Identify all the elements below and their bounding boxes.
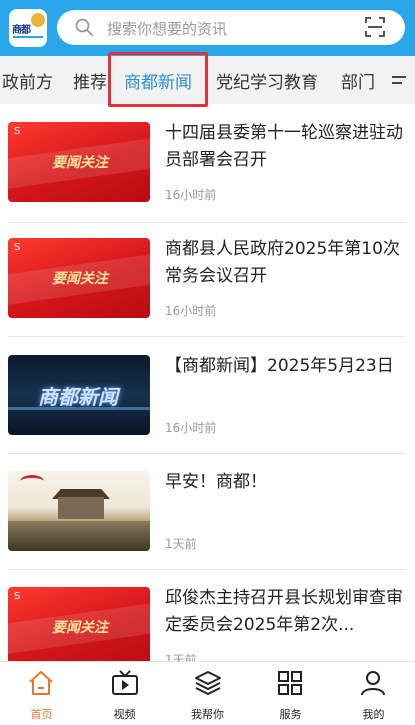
nav-help-label: 我帮你 xyxy=(191,708,224,721)
user-icon xyxy=(361,671,385,696)
nav-service-label: 服务 xyxy=(279,708,302,721)
tab-party-education[interactable]: 党纪学习教育 xyxy=(216,68,318,93)
tab-bumen[interactable]: 部门 xyxy=(341,68,375,93)
grid-icon xyxy=(278,671,302,695)
search-placeholder: 搜索你想要的资讯 xyxy=(107,20,228,38)
nav-profile-label: 我的 xyxy=(362,708,385,721)
news-title: 邱俊杰主持召开县长规划审查审定委员会2025年第2次... xyxy=(165,588,403,635)
news-item[interactable]: 商都新闻 【商都新闻】2025年5月23日 16小时前 xyxy=(8,355,405,455)
layers-icon xyxy=(195,671,221,695)
nav-home-label: 首页 xyxy=(30,708,53,721)
news-time: 16小时前 xyxy=(165,421,217,435)
news-time: 16小时前 xyxy=(165,304,217,318)
bottom-navigation: 首页 视频 我帮你 服务 我的 xyxy=(0,661,415,725)
tab-tuijian[interactable]: 推荐 xyxy=(73,68,107,93)
news-title: 早安！商都！ xyxy=(165,472,267,492)
news-thumbnail: S 要闻关注 xyxy=(8,122,150,202)
news-thumbnail xyxy=(8,471,150,551)
top-bar: 商都 搜索你想要的资讯 xyxy=(0,0,415,56)
video-icon xyxy=(112,670,138,695)
news-item[interactable]: S 要闻关注 十四届县委第十一轮巡察进驻动员部署会召开 16小时前 xyxy=(8,122,405,222)
news-thumbnail: S 要闻关注 xyxy=(8,238,150,318)
divider xyxy=(8,569,405,570)
nav-service[interactable]: 服务 xyxy=(249,662,332,725)
scan-icon[interactable] xyxy=(365,17,385,37)
news-thumbnail: S 要闻关注 xyxy=(8,587,150,667)
brand-mark-icon: S xyxy=(14,126,21,137)
divider xyxy=(8,336,405,337)
active-tab-highlight xyxy=(108,52,208,107)
brand-mark-icon: S xyxy=(14,591,21,602)
news-item[interactable]: 早安！商都！ 1天前 xyxy=(8,471,405,571)
news-time: 1天前 xyxy=(165,537,197,551)
nav-profile[interactable]: 我的 xyxy=(332,662,415,725)
search-bar[interactable]: 搜索你想要的资讯 xyxy=(57,10,405,45)
home-icon xyxy=(29,671,53,695)
nav-home[interactable]: 首页 xyxy=(0,662,83,725)
divider xyxy=(8,222,405,223)
nav-video[interactable]: 视频 xyxy=(83,662,166,725)
logo-text: 商都 xyxy=(12,25,31,36)
divider xyxy=(8,453,405,454)
brand-mark-icon: S xyxy=(14,242,21,253)
menu-icon xyxy=(392,76,406,84)
news-time: 16小时前 xyxy=(165,188,217,202)
app-logo[interactable]: 商都 xyxy=(9,9,47,47)
news-title: 【商都新闻】2025年5月23日 xyxy=(165,356,394,376)
news-title: 商都县人民政府2025年第10次常务会议召开 xyxy=(165,239,400,286)
nav-help[interactable]: 我帮你 xyxy=(166,662,249,725)
tab-menu-button[interactable] xyxy=(383,56,415,104)
news-thumbnail: 商都新闻 xyxy=(8,355,150,435)
tab-zhengqianfang[interactable]: 政前方 xyxy=(2,68,53,93)
news-item[interactable]: S 要闻关注 商都县人民政府2025年第10次常务会议召开 16小时前 xyxy=(8,238,405,338)
search-icon xyxy=(75,18,93,36)
news-title: 十四届县委第十一轮巡察进驻动员部署会召开 xyxy=(165,123,403,170)
nav-video-label: 视频 xyxy=(113,708,136,721)
moon-icon xyxy=(31,13,45,27)
